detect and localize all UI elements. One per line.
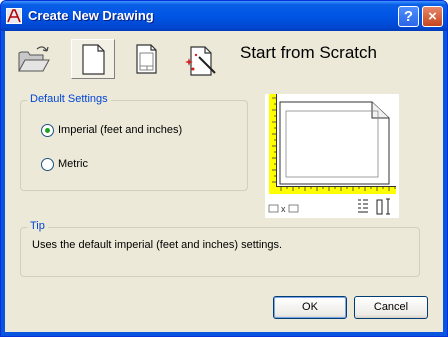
wizard-icon [185, 46, 216, 76]
autocad-app-icon [6, 8, 22, 24]
window-title: Create New Drawing [28, 8, 154, 23]
use-wizard-button[interactable] [179, 39, 223, 79]
cancel-button[interactable]: Cancel [354, 296, 428, 319]
default-settings-group: Default Settings Imperial (feet and inch… [20, 93, 248, 191]
drawing-preview: x [265, 94, 399, 218]
imperial-radio[interactable] [41, 123, 54, 137]
help-button[interactable]: ? [398, 6, 419, 27]
folder-open-icon [18, 46, 50, 72]
imperial-label[interactable]: Imperial (feet and inches) [58, 124, 182, 136]
create-new-drawing-dialog: Create New Drawing ? × Start from Scratc… [0, 0, 448, 337]
preview-graphic: x [268, 94, 396, 215]
blank-page-icon [82, 44, 105, 75]
page-heading: Start from Scratch [240, 43, 377, 62]
close-button[interactable]: × [422, 6, 443, 27]
tip-group: Tip Uses the default imperial (feet and … [20, 220, 420, 277]
start-from-scratch-button[interactable] [71, 39, 115, 79]
title-bar[interactable]: Create New Drawing ? × [1, 1, 447, 31]
preview-x-label: x [281, 204, 286, 214]
imperial-radio-option[interactable]: Imperial (feet and inches) [41, 122, 182, 138]
metric-radio-option[interactable]: Metric [41, 156, 88, 172]
dialog-body: Start from Scratch Default Settings Impe… [5, 31, 443, 332]
vertical-ruler [269, 94, 276, 194]
line-spacing-icon [358, 199, 368, 213]
height-dimension-icon [376, 198, 390, 215]
default-settings-legend: Default Settings [27, 93, 111, 105]
template-page-icon [136, 44, 157, 74]
ok-button[interactable]: OK [273, 296, 347, 319]
use-template-button[interactable] [125, 39, 169, 79]
metric-label[interactable]: Metric [58, 158, 88, 170]
open-drawing-button[interactable] [13, 39, 57, 79]
tip-legend: Tip [27, 220, 48, 232]
metric-radio[interactable] [41, 157, 54, 171]
tip-text: Uses the default imperial (feet and inch… [32, 239, 283, 251]
